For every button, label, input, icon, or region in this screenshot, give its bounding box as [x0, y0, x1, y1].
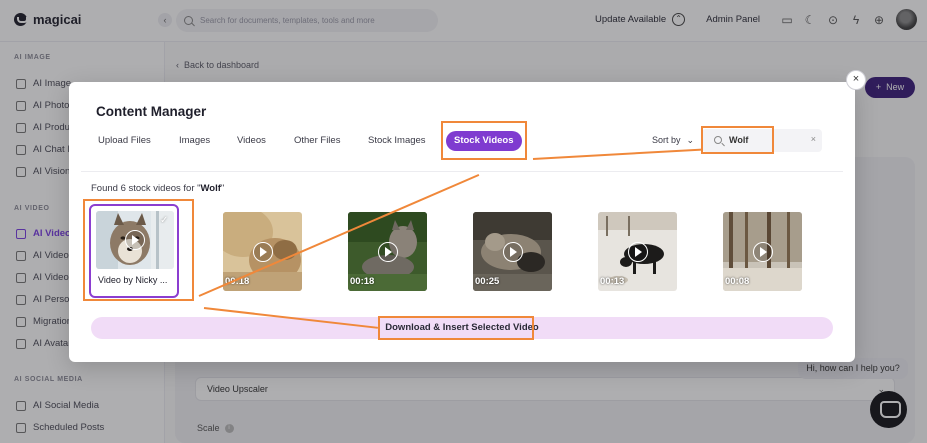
play-icon[interactable] [252, 241, 273, 262]
close-modal-button[interactable]: × [846, 70, 866, 90]
play-icon[interactable] [502, 241, 523, 262]
highlight-search-field [701, 126, 774, 154]
video-thumbnail: 00:25 [473, 212, 552, 291]
clear-icon[interactable]: × [811, 134, 816, 144]
highlight-stock-videos-tab [441, 121, 527, 160]
highlight-selected-video [83, 199, 194, 301]
tab-images[interactable]: Images [179, 132, 210, 150]
tab-upload-files[interactable]: Upload Files [98, 132, 151, 150]
video-card[interactable]: 00:25 [467, 205, 557, 297]
video-thumbnail: 00:08 [723, 212, 802, 291]
sort-by-dropdown[interactable]: Sort by ⌄ [652, 135, 694, 146]
highlight-download-button [378, 316, 534, 340]
video-duration: 00:13 [600, 276, 625, 287]
video-card[interactable]: 00:08 [717, 205, 807, 297]
tab-other-files[interactable]: Other Files [294, 132, 340, 150]
play-icon[interactable] [627, 241, 648, 262]
tab-videos[interactable]: Videos [237, 132, 266, 150]
modal-title: Content Manager [96, 104, 207, 119]
play-icon[interactable] [377, 241, 398, 262]
results-summary: Found 6 stock videos for "Wolf" [91, 183, 224, 194]
play-icon[interactable] [752, 241, 773, 262]
video-card[interactable]: 00:13 [592, 205, 682, 297]
chevron-down-icon: ⌄ [686, 135, 695, 145]
video-thumbnail: 00:18 [348, 212, 427, 291]
tab-stock-images[interactable]: Stock Images [368, 132, 426, 150]
video-duration: 00:08 [725, 276, 750, 287]
sort-label: Sort by [652, 135, 681, 145]
results-query: Wolf [200, 183, 221, 194]
video-duration: 00:18 [350, 276, 375, 287]
video-card[interactable]: 00:18 [342, 205, 432, 297]
divider [81, 171, 843, 172]
video-thumbnail: 00:13 [598, 212, 677, 291]
results-suffix: " [220, 183, 225, 194]
results-prefix: Found 6 stock videos for " [91, 183, 201, 194]
video-duration: 00:25 [475, 276, 500, 287]
